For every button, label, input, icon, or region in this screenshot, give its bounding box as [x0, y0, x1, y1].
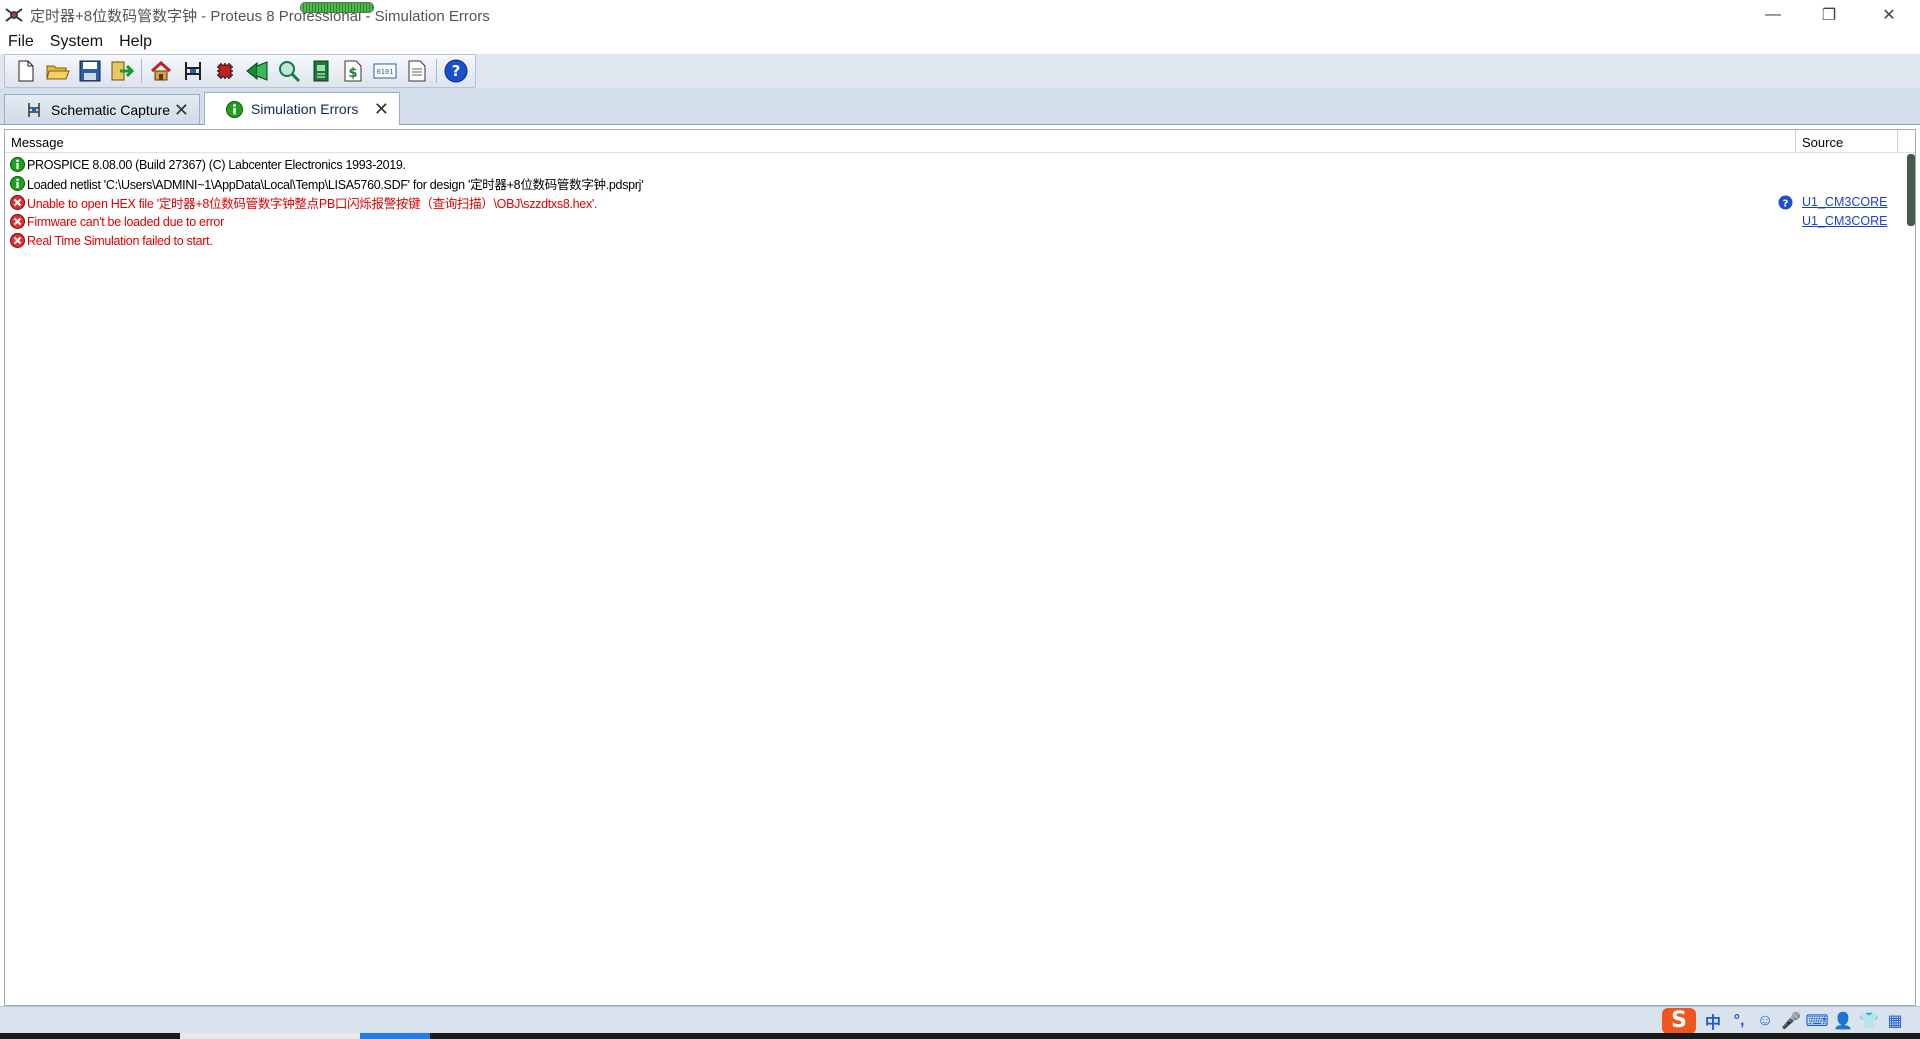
3d-viewer-button[interactable]	[308, 58, 334, 84]
column-divider[interactable]	[1795, 130, 1796, 152]
simulation-graph-button[interactable]	[244, 58, 270, 84]
error-icon	[10, 214, 25, 229]
toolbar-separator	[436, 59, 437, 83]
help-icon: ?	[444, 59, 468, 83]
source-link[interactable]: U1_CM3CORE	[1802, 214, 1887, 228]
import-icon	[111, 61, 134, 81]
window-title: 定时器+8位数码管数字钟 - Proteus 8 Professional - …	[30, 7, 490, 25]
ime-voice-icon[interactable]: 🎤	[1780, 1010, 1802, 1032]
document-icon	[408, 60, 426, 82]
ime-emoji-icon[interactable]: ☺	[1754, 1010, 1776, 1032]
source-code-icon: 0101	[373, 63, 397, 79]
svg-text:0101: 0101	[377, 68, 394, 76]
log-message: Loaded netlist 'C:\Users\ADMINI~1\AppDat…	[27, 178, 644, 192]
status-bar: S 中 °, ☺ 🎤 ⌨ 👤 👕 ▦	[0, 1006, 1920, 1034]
simulation-log-panel: Message Source PROSPICE 8.08.00 (Build 2…	[4, 129, 1916, 1006]
vertical-scrollbar-thumb[interactable]	[1907, 154, 1915, 226]
tab-schematic-capture[interactable]: Schematic Capture ✕	[4, 94, 200, 124]
pcb-icon	[313, 60, 329, 82]
ime-toolbox-icon[interactable]: ▦	[1884, 1010, 1906, 1032]
ime-punctuation-icon[interactable]: °,	[1728, 1010, 1750, 1032]
schematic-icon	[185, 62, 201, 80]
menu-file[interactable]: File	[0, 33, 42, 51]
column-divider[interactable]	[1897, 130, 1898, 152]
log-row[interactable]: Loaded netlist 'C:\Users\ADMINI~1\AppDat…	[5, 174, 1915, 193]
home-icon	[151, 60, 171, 81]
tab-label: Simulation Errors	[251, 101, 359, 117]
save-icon	[79, 60, 101, 82]
taskbar-item[interactable]	[180, 1033, 360, 1039]
source-link[interactable]: U1_CM3CORE	[1802, 195, 1887, 209]
taskbar-item-active[interactable]	[360, 1033, 430, 1039]
proteus-app-icon	[5, 8, 23, 22]
svg-text:?: ?	[452, 62, 461, 80]
ime-keyboard-icon[interactable]: ⌨	[1805, 1010, 1828, 1032]
tab-simulation-errors[interactable]: Simulation Errors ✕	[204, 92, 400, 125]
schematic-icon	[25, 101, 43, 119]
ime-user-icon[interactable]: 👤	[1832, 1010, 1854, 1032]
restore-button[interactable]: ❐	[1800, 0, 1858, 30]
input-method-toolbar: S 中 °, ☺ 🎤 ⌨ 👤 👕 ▦	[1662, 1007, 1910, 1034]
help-button[interactable]: ?	[443, 58, 469, 84]
simulation-progress-indicator	[300, 2, 374, 13]
title-bar: 定时器+8位数码管数字钟 - Proteus 8 Professional - …	[0, 0, 1920, 30]
column-header-message[interactable]: Message	[11, 135, 64, 150]
tab-label: Schematic Capture	[51, 101, 171, 118]
import-button[interactable]	[109, 58, 135, 84]
new-file-icon	[18, 60, 34, 82]
log-message: Real Time Simulation failed to start.	[27, 233, 213, 248]
info-icon	[10, 176, 25, 191]
pcb-layout-button[interactable]	[212, 58, 238, 84]
bill-of-materials-button[interactable]: $	[340, 58, 366, 84]
svg-text:?: ?	[1783, 199, 1789, 210]
menu-help[interactable]: Help	[111, 33, 160, 51]
project-notes-button[interactable]	[404, 58, 430, 84]
log-message: Unable to open HEX file '定时器+8位数码管数字钟整点P…	[27, 197, 598, 211]
menu-system[interactable]: System	[42, 33, 111, 51]
info-icon	[10, 157, 25, 172]
log-column-header: Message Source	[5, 130, 1915, 153]
log-row[interactable]: Unable to open HEX file '定时器+8位数码管数字钟整点P…	[5, 193, 1915, 212]
log-list: PROSPICE 8.08.00 (Build 27367) (C) Labce…	[5, 155, 1915, 250]
log-message: PROSPICE 8.08.00 (Build 27367) (C) Labce…	[27, 157, 406, 172]
help-icon[interactable]: ?	[1778, 195, 1793, 210]
chip-icon	[217, 63, 233, 79]
zoom-inspect-icon	[279, 61, 301, 82]
log-row[interactable]: PROSPICE 8.08.00 (Build 27367) (C) Labce…	[5, 155, 1915, 174]
svg-text:$: $	[348, 66, 357, 81]
save-project-button[interactable]	[77, 58, 103, 84]
toolbar-row: $ 0101 ?	[0, 54, 1920, 88]
log-row[interactable]: Firmware can't be loaded due to error U1_…	[5, 212, 1915, 231]
schematic-capture-button[interactable]	[180, 58, 206, 84]
error-icon	[10, 233, 25, 248]
toolbar-separator	[141, 59, 142, 83]
main-toolbar: $ 0101 ?	[4, 54, 476, 88]
open-folder-icon	[46, 65, 70, 80]
error-icon	[10, 195, 25, 210]
log-row[interactable]: Real Time Simulation failed to start.	[5, 231, 1915, 250]
simulation-progress-fill	[301, 3, 373, 12]
source-code-button[interactable]: 0101	[372, 58, 398, 84]
close-button[interactable]: ✕	[1860, 0, 1918, 30]
new-file-button[interactable]	[13, 58, 39, 84]
column-header-source[interactable]: Source	[1802, 135, 1843, 150]
open-project-button[interactable]	[45, 58, 71, 84]
info-icon	[225, 100, 243, 118]
minimize-button[interactable]: —	[1744, 0, 1802, 30]
ime-skin-icon[interactable]: 👕	[1858, 1010, 1880, 1032]
bill-of-materials-icon: $	[344, 60, 362, 82]
sogou-ime-logo[interactable]: S	[1662, 1007, 1696, 1034]
tab-close-icon[interactable]: ✕	[374, 100, 389, 118]
os-taskbar	[0, 1033, 1920, 1039]
ime-chinese-mode-icon[interactable]: 中	[1702, 1010, 1724, 1032]
log-message: Firmware can't be loaded due to error	[27, 214, 224, 229]
document-tabs: Schematic Capture ✕ Simulation Errors ✕	[0, 88, 1920, 125]
simulation-back-icon	[246, 61, 268, 81]
home-page-button[interactable]	[148, 58, 174, 84]
menu-bar: File System Help	[0, 30, 1920, 54]
tab-close-icon[interactable]: ✕	[174, 101, 189, 119]
design-explorer-button[interactable]	[276, 58, 302, 84]
